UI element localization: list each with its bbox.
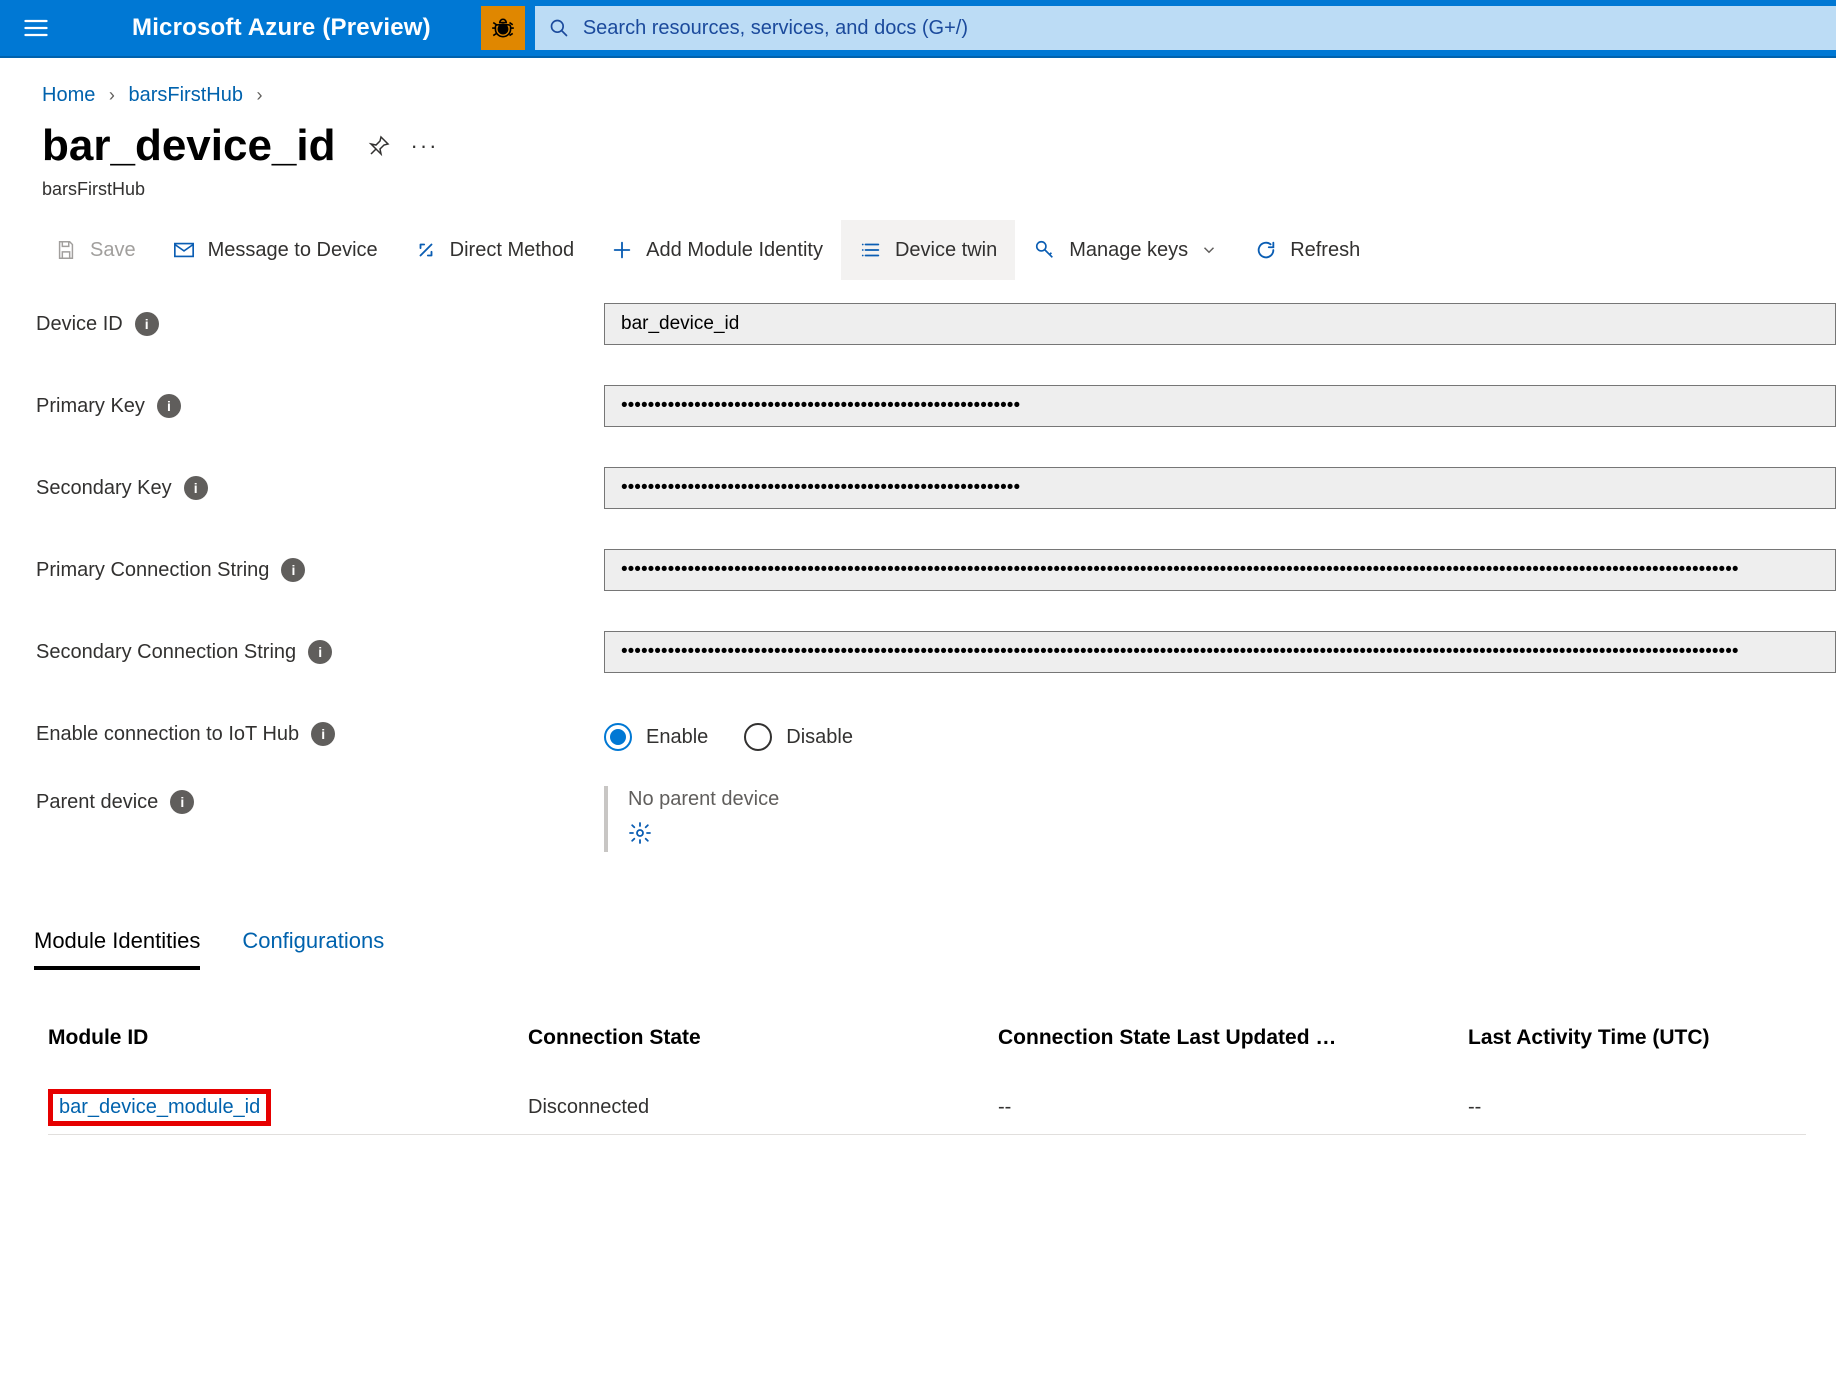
add-module-label: Add Module Identity — [646, 239, 823, 262]
more-button[interactable]: ··· — [408, 129, 442, 163]
message-label: Message to Device — [208, 239, 378, 262]
info-icon[interactable]: i — [184, 476, 208, 500]
enable-radio-group: Enable Disable — [604, 717, 1836, 751]
pin-icon — [367, 134, 391, 158]
parent-device-box: No parent device — [604, 786, 1836, 852]
title-block: bar_device_id ··· — [0, 107, 1836, 179]
radio-enable[interactable]: Enable — [604, 723, 708, 751]
top-bar: Microsoft Azure (Preview) Search resourc… — [0, 0, 1836, 58]
message-to-device-button[interactable]: Message to Device — [154, 220, 396, 280]
plus-icon — [611, 239, 633, 261]
tab-configurations[interactable]: Configurations — [242, 928, 384, 970]
search-placeholder: Search resources, services, and docs (G+… — [583, 17, 968, 40]
preview-bug-button[interactable] — [481, 6, 525, 50]
parent-device-label: Parent device — [36, 791, 158, 814]
breadcrumb-hub[interactable]: barsFirstHub — [128, 84, 242, 106]
row-primary-key: Primary Key i — [34, 376, 1836, 436]
device-twin-label: Device twin — [895, 239, 997, 262]
mail-icon — [173, 239, 195, 261]
cell-conn-state: Disconnected — [528, 1096, 998, 1119]
pin-button[interactable] — [362, 129, 396, 163]
enable-connection-label: Enable connection to IoT Hub — [36, 723, 299, 746]
page-title: bar_device_id — [42, 121, 336, 171]
radio-disable-label: Disable — [786, 726, 853, 749]
manage-keys-label: Manage keys — [1069, 239, 1188, 262]
module-table: Module ID Connection State Connection St… — [0, 970, 1836, 1135]
col-conn-updated: Connection State Last Updated … — [998, 1026, 1468, 1050]
module-id-link[interactable]: bar_device_module_id — [59, 1096, 260, 1118]
bug-icon — [490, 15, 516, 41]
page-subtitle: barsFirstHub — [0, 179, 1836, 220]
brand-label: Microsoft Azure (Preview) — [132, 14, 431, 42]
secondary-cs-field[interactable] — [604, 631, 1836, 673]
radio-disable[interactable]: Disable — [744, 723, 853, 751]
search-icon — [549, 18, 569, 38]
table-row[interactable]: bar_device_module_id Disconnected -- -- — [48, 1080, 1806, 1135]
no-parent-text: No parent device — [628, 788, 1836, 811]
global-search[interactable]: Search resources, services, and docs (G+… — [535, 6, 1836, 50]
chevron-down-icon — [1200, 241, 1218, 259]
primary-cs-field[interactable] — [604, 549, 1836, 591]
refresh-label: Refresh — [1290, 239, 1360, 262]
col-connection-state: Connection State — [528, 1026, 998, 1050]
manage-keys-button[interactable]: Manage keys — [1015, 220, 1236, 280]
primary-key-label: Primary Key — [36, 395, 145, 418]
info-icon[interactable]: i — [170, 790, 194, 814]
tab-module-identities[interactable]: Module Identities — [34, 928, 200, 970]
cell-last-activity: -- — [1468, 1096, 1806, 1119]
save-icon — [55, 239, 77, 261]
secondary-key-label: Secondary Key — [36, 477, 172, 500]
secondary-cs-label: Secondary Connection String — [36, 641, 296, 664]
chevron-right-icon: › — [257, 85, 263, 106]
row-primary-cs: Primary Connection String i — [34, 540, 1836, 600]
add-module-identity-button[interactable]: Add Module Identity — [592, 220, 841, 280]
primary-key-field[interactable] — [604, 385, 1836, 427]
row-secondary-key: Secondary Key i — [34, 458, 1836, 518]
gear-icon[interactable] — [628, 821, 652, 845]
tabs: Module Identities Configurations — [0, 874, 1836, 970]
secondary-key-field[interactable] — [604, 467, 1836, 509]
info-icon[interactable]: i — [135, 312, 159, 336]
breadcrumb: Home › barsFirstHub › — [0, 58, 1836, 107]
col-module-id: Module ID — [48, 1026, 528, 1050]
cell-conn-updated: -- — [998, 1096, 1468, 1119]
direct-method-button[interactable]: Direct Method — [396, 220, 593, 280]
direct-method-label: Direct Method — [450, 239, 575, 262]
row-secondary-cs: Secondary Connection String i — [34, 622, 1836, 682]
info-icon[interactable]: i — [281, 558, 305, 582]
col-last-activity: Last Activity Time (UTC) — [1468, 1026, 1806, 1050]
row-enable-connection: Enable connection to IoT Hub i Enable Di… — [34, 704, 1836, 764]
device-form: Device ID i Primary Key i Secondary Key … — [0, 280, 1836, 852]
primary-cs-label: Primary Connection String — [36, 559, 269, 582]
breadcrumb-home[interactable]: Home — [42, 84, 95, 106]
refresh-button[interactable]: Refresh — [1236, 220, 1378, 280]
hamburger-menu[interactable] — [0, 0, 72, 57]
save-label: Save — [90, 239, 136, 262]
save-button: Save — [36, 220, 154, 280]
table-header: Module ID Connection State Connection St… — [48, 1026, 1806, 1080]
info-icon[interactable]: i — [308, 640, 332, 664]
device-id-field[interactable] — [604, 303, 1836, 345]
command-bar: Save Message to Device Direct Method Add… — [0, 220, 1836, 280]
hamburger-icon — [22, 14, 50, 42]
row-parent-device: Parent device i No parent device — [34, 786, 1836, 852]
info-icon[interactable]: i — [311, 722, 335, 746]
device-id-label: Device ID — [36, 313, 123, 336]
key-icon — [1034, 239, 1056, 261]
list-icon — [860, 239, 882, 261]
radio-enable-label: Enable — [646, 726, 708, 749]
direct-method-icon — [415, 239, 437, 261]
info-icon[interactable]: i — [157, 394, 181, 418]
chevron-right-icon: › — [109, 85, 115, 106]
highlight-box: bar_device_module_id — [48, 1089, 271, 1126]
row-device-id: Device ID i — [34, 294, 1836, 354]
device-twin-button[interactable]: Device twin — [841, 220, 1015, 280]
refresh-icon — [1255, 239, 1277, 261]
